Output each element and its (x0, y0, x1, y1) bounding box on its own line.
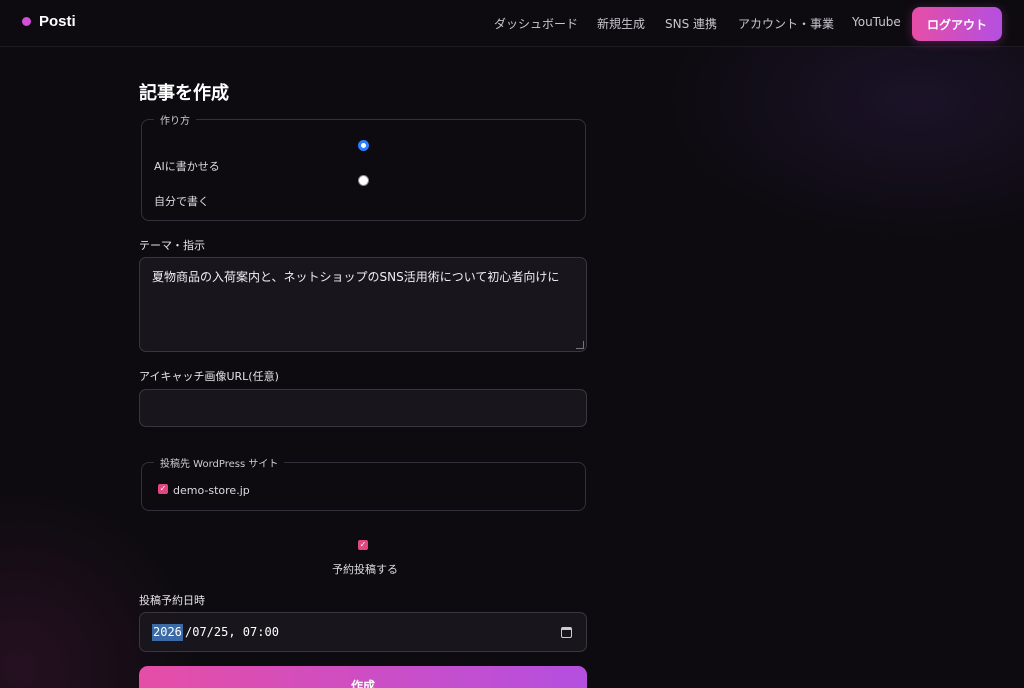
nav-link-dashboard[interactable]: ダッシュボード (494, 15, 578, 32)
brand-logo[interactable]: Posti (22, 13, 76, 30)
wordpress-fieldset: 投稿先 WordPress サイト (141, 455, 586, 511)
theme-textarea[interactable]: 夏物商品の入荷案内と、ネットショップのSNS活用術について初心者向けに (139, 257, 587, 352)
wordpress-legend: 投稿先 WordPress サイト (160, 459, 279, 470)
radio-ai[interactable] (358, 140, 369, 151)
create-button[interactable]: 作成 (139, 666, 587, 688)
datetime-rest-segment[interactable]: /07/25, 07:00 (185, 624, 279, 641)
brand-name: Posti (39, 13, 76, 30)
logout-button[interactable]: ログアウト (912, 7, 1002, 41)
nav-link-youtube[interactable]: YouTube (852, 15, 901, 29)
site-checkbox[interactable]: ✓ (158, 484, 168, 494)
site-label[interactable]: demo-store.jp (173, 484, 250, 497)
brand-dot-icon (22, 17, 31, 26)
datetime-label: 投稿予約日時 (139, 594, 205, 607)
background-glow (664, 40, 1024, 240)
datetime-year-segment[interactable]: 2026 (152, 624, 183, 641)
image-url-label: アイキャッチ画像URL(任意) (139, 370, 279, 383)
radio-ai-label[interactable]: AIに書かせる (154, 158, 220, 174)
image-url-input[interactable] (139, 389, 587, 427)
datetime-input[interactable]: 2026 /07/25, 07:00 (139, 612, 587, 652)
radio-self[interactable] (358, 175, 369, 186)
schedule-label[interactable]: 予約投稿する (332, 561, 398, 577)
theme-label: テーマ・指示 (139, 239, 205, 252)
background-glow (0, 488, 200, 688)
resize-handle-icon[interactable] (576, 341, 584, 349)
theme-text: 夏物商品の入荷案内と、ネットショップのSNS活用術について初心者向けに (152, 270, 560, 284)
schedule-checkbox[interactable]: ✓ (358, 540, 368, 550)
top-navbar: Posti ダッシュボード 新規生成 SNS 連携 アカウント・事業 YouTu… (0, 0, 1024, 47)
nav-link-new[interactable]: 新規生成 (597, 15, 645, 32)
nav-link-sns[interactable]: SNS 連携 (665, 15, 717, 32)
page-title: 記事を作成 (139, 83, 229, 104)
method-legend: 作り方 (160, 116, 190, 127)
calendar-icon[interactable] (561, 627, 572, 638)
nav-link-account[interactable]: アカウント・事業 (738, 15, 834, 32)
radio-self-label[interactable]: 自分で書く (154, 193, 209, 209)
